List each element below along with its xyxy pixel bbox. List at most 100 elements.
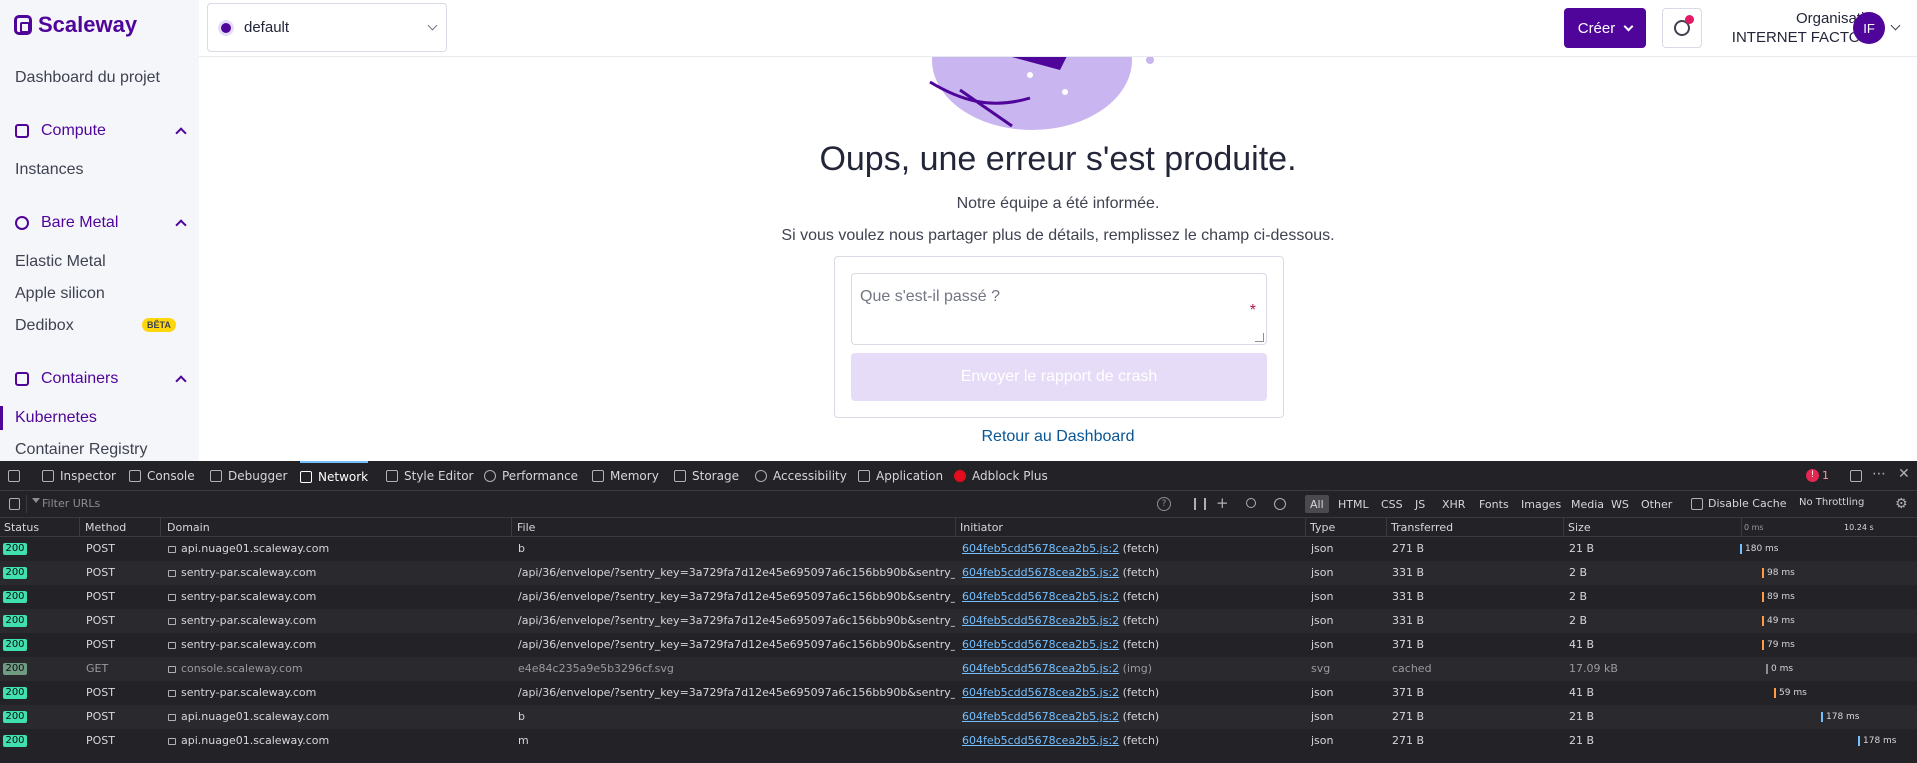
initiator-link[interactable]: 604feb5cdd5678cea2b5.js:2 [962,566,1119,579]
column-transferred[interactable]: Transferred [1387,518,1564,537]
sidebar-item-container-registry[interactable]: Container Registry [15,441,148,459]
resize-handle[interactable] [1255,333,1264,342]
error-icon[interactable]: ! [1806,469,1819,482]
initiator-link[interactable]: 604feb5cdd5678cea2b5.js:2 [962,662,1119,675]
sidebar-item-dashboard[interactable]: Dashboard du projet [15,69,160,87]
add-icon[interactable]: + [1216,494,1229,512]
filter-css[interactable]: CSS [1376,495,1408,513]
initiator-link[interactable]: 604feb5cdd5678cea2b5.js:2 [962,710,1119,723]
table-row[interactable]: 200 POST sentry-par.scaleway.com/api/36/en… [0,609,1917,633]
initiator-link[interactable]: 604feb5cdd5678cea2b5.js:2 [962,638,1119,651]
tab-application[interactable]: Application [858,461,943,491]
request-initiator[interactable]: 604feb5cdd5678cea2b5.js:2 (fetch) [962,537,1302,561]
scaleway-logo[interactable]: Scaleway [14,12,137,38]
waterfall-time: 89 ms [1767,592,1795,602]
filter-other[interactable]: Other [1636,495,1677,513]
request-size: 41 B [1569,638,1595,651]
more-options-icon[interactable]: ⋯ [1872,466,1886,482]
help-icon[interactable]: ? [1157,497,1171,511]
tab-debugger[interactable]: Debugger [210,461,287,491]
filter-js[interactable]: JS [1410,495,1430,513]
tab-accessibility[interactable]: Accessibility [755,461,847,491]
disable-cache-checkbox[interactable] [1691,498,1703,510]
pick-element-icon[interactable] [8,470,20,482]
tab-storage[interactable]: Storage [674,461,739,491]
settings-gear-icon[interactable]: ⚙ [1895,496,1908,512]
column-status[interactable]: Status [0,518,80,537]
column-method[interactable]: Method [81,518,161,537]
table-row[interactable]: 200 GET console.scaleway.com e4e84c235a9e5b… [0,657,1917,681]
filter-html[interactable]: HTML [1333,495,1374,513]
request-method: POST [86,734,115,747]
column-waterfall[interactable]: 0 ms 10.24 s [1742,518,1917,537]
request-initiator[interactable]: 604feb5cdd5678cea2b5.js:2 (fetch) [962,585,1302,609]
back-to-dashboard-link[interactable]: Retour au Dashboard [199,428,1917,446]
request-initiator[interactable]: 604feb5cdd5678cea2b5.js:2 (fetch) [962,705,1302,729]
sidebar-item-kubernetes[interactable]: Kubernetes [15,409,97,427]
column-file[interactable]: File [513,518,956,537]
close-icon[interactable]: ✕ [1898,466,1910,482]
table-row[interactable]: 200 POST sentry-par.scaleway.com/api/36/en… [0,561,1917,585]
sidebar-item-instances[interactable]: Instances [15,161,83,179]
filter-ws[interactable]: WS [1606,495,1634,513]
tab-adblock-plus[interactable]: Adblock Plus [954,461,1048,491]
initiator-link[interactable]: 604feb5cdd5678cea2b5.js:2 [962,686,1119,699]
request-initiator[interactable]: 604feb5cdd5678cea2b5.js:2 (fetch) [962,561,1302,585]
request-initiator[interactable]: 604feb5cdd5678cea2b5.js:2 (img) [962,657,1302,681]
initiator-link[interactable]: 604feb5cdd5678cea2b5.js:2 [962,542,1119,555]
sidebar-section-containers[interactable]: Containers [15,370,187,388]
sidebar-section-bare-metal[interactable]: Bare Metal [15,214,187,232]
sidebar-item-apple-silicon[interactable]: Apple silicon [15,285,105,303]
initiator-link[interactable]: 604feb5cdd5678cea2b5.js:2 [962,614,1119,627]
filter-xhr[interactable]: XHR [1437,495,1470,513]
status-badge: 200 [3,687,27,699]
filter-all[interactable]: All [1305,495,1329,513]
initiator-link[interactable]: 604feb5cdd5678cea2b5.js:2 [962,734,1119,747]
table-row[interactable]: 200 POST sentry-par.scaleway.com/api/36/en… [0,633,1917,657]
table-row[interactable]: 200 POST api.nuage01.scaleway.com m 604feb5c… [0,729,1917,753]
pause-icon[interactable]: ❙❙ [1190,496,1210,510]
create-button[interactable]: Créer [1564,8,1646,48]
column-domain[interactable]: Domain [163,518,512,537]
tab-inspector[interactable]: Inspector [42,461,116,491]
disable-cache-label[interactable]: Disable Cache [1708,497,1787,510]
avatar[interactable]: IF [1853,12,1885,44]
sidebar: Scaleway Dashboard du projet Compute Ins… [0,0,199,461]
trash-icon[interactable] [9,498,20,510]
filter-images[interactable]: Images [1516,495,1566,513]
column-size[interactable]: Size [1564,518,1742,537]
sidebar-item-dedibox[interactable]: Dedibox [15,317,74,335]
tab-memory[interactable]: Memory [592,461,659,491]
chevron-down-icon[interactable] [1890,20,1901,31]
request-initiator[interactable]: 604feb5cdd5678cea2b5.js:2 (fetch) [962,681,1302,705]
request-initiator[interactable]: 604feb5cdd5678cea2b5.js:2 (fetch) [962,729,1302,753]
tab-performance[interactable]: Performance [484,461,578,491]
table-row[interactable]: 200 POST sentry-par.scaleway.com/api/36/en… [0,585,1917,609]
table-row[interactable]: 200 POST api.nuage01.scaleway.com b 604feb5c… [0,537,1917,561]
error-count[interactable]: 1 [1822,469,1829,482]
crash-description-field[interactable]: Que s'est-il passé ? * [851,273,1267,345]
request-initiator[interactable]: 604feb5cdd5678cea2b5.js:2 (fetch) [962,633,1302,657]
sidebar-section-compute[interactable]: Compute [15,122,187,140]
filter-fonts[interactable]: Fonts [1474,495,1514,513]
column-initiator[interactable]: Initiator [956,518,1306,537]
send-crash-report-button[interactable]: Envoyer le rapport de crash [851,353,1267,401]
waterfall-time: 0 ms [1771,664,1794,674]
block-icon[interactable] [1274,498,1286,510]
initiator-link[interactable]: 604feb5cdd5678cea2b5.js:2 [962,590,1119,603]
search-icon[interactable] [1246,498,1256,508]
request-initiator[interactable]: 604feb5cdd5678cea2b5.js:2 (fetch) [962,609,1302,633]
tab-style-editor[interactable]: Style Editor [386,461,473,491]
throttling-select[interactable]: No Throttling [1799,497,1864,508]
filter-media[interactable]: Media [1566,495,1609,513]
column-type[interactable]: Type [1306,518,1387,537]
tab-network[interactable]: Network [300,461,369,491]
tab-console[interactable]: Console [129,461,195,491]
sidebar-item-elastic-metal[interactable]: Elastic Metal [15,253,106,271]
language-button[interactable] [1662,8,1702,48]
table-row[interactable]: 200 POST api.nuage01.scaleway.com b 604feb5c… [0,705,1917,729]
project-select[interactable]: default [207,3,447,52]
dock-icon[interactable] [1850,470,1862,482]
filter-urls-input[interactable]: Filter URLs [42,497,100,510]
table-row[interactable]: 200 POST sentry-par.scaleway.com/api/36/en… [0,681,1917,705]
